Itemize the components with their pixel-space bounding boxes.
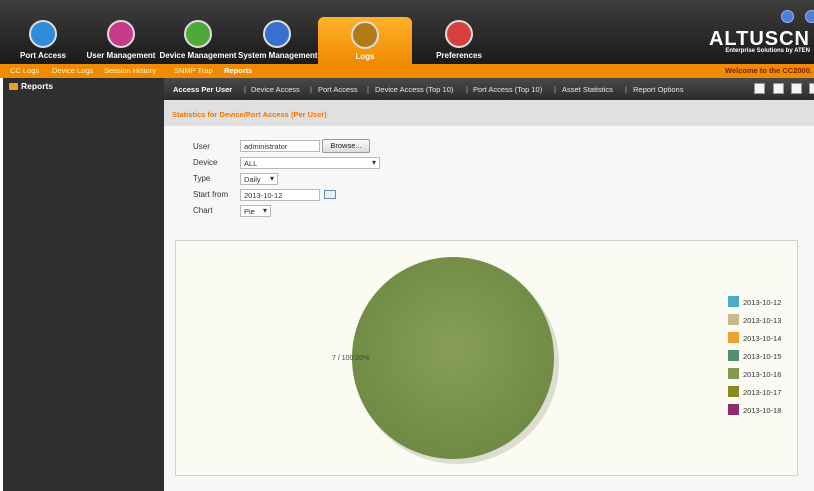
tab-port-access-top10[interactable]: Port Access (Top 10) [473, 85, 542, 94]
logs-icon [351, 21, 379, 49]
tab-device-access[interactable]: Device Access [251, 85, 300, 94]
nav-preferences[interactable]: Preferences [420, 0, 498, 64]
device-label: Device [193, 158, 218, 167]
chart-type-select-value: Pie [244, 207, 255, 216]
type-select-value: Daily [244, 175, 261, 184]
subnav-reports[interactable]: Reports [224, 66, 252, 75]
legend-item-2013-10-14: 2013-10-14 [728, 332, 781, 344]
nav-port-access-label: Port Access [20, 51, 66, 60]
save-icon[interactable] [791, 83, 802, 94]
tab-report-options[interactable]: Report Options [633, 85, 683, 94]
report-tabs: Access Per User | Device Access | Port A… [164, 78, 814, 100]
legend-swatch [728, 386, 739, 397]
legend-label: 2013-10-14 [743, 334, 782, 343]
device-select[interactable]: ALL [240, 157, 380, 169]
logs-subnav: CC Logs Device Logs Session History SNMP… [0, 64, 814, 78]
tab-separator: | [244, 85, 246, 94]
legend-swatch [728, 350, 739, 361]
chart-panel: 7 / 100.00% 2013-10-12 2013-10-13 2013-10-… [175, 240, 798, 476]
legend-label: 2013-10-17 [743, 388, 782, 397]
logout-icon[interactable] [805, 10, 814, 23]
nav-logs-label: Logs [355, 52, 375, 61]
port-access-icon [29, 20, 57, 48]
folder-icon [9, 83, 18, 90]
tab-separator: | [554, 85, 556, 94]
welcome-message: Welcome to the CC2000. [725, 66, 812, 75]
pie-slice-label: 7 / 100.00% [332, 355, 370, 362]
nav-port-access[interactable]: Port Access [12, 0, 74, 64]
chart-label: Chart [193, 206, 213, 215]
legend-swatch [728, 296, 739, 307]
legend-label: 2013-10-16 [743, 370, 782, 379]
type-label: Type [193, 174, 211, 183]
subnav-snmp-trap[interactable]: SNMP Trap [174, 66, 213, 75]
legend-item-2013-10-12: 2013-10-12 [728, 296, 781, 308]
subnav-device-logs[interactable]: Device Logs [52, 66, 93, 75]
legend-swatch [728, 314, 739, 325]
nav-preferences-label: Preferences [436, 51, 482, 60]
nav-device-management[interactable]: Device Management [158, 0, 238, 64]
subnav-session-history[interactable]: Session History [104, 66, 156, 75]
device-select-value: ALL [244, 159, 258, 168]
nav-system-management[interactable]: System Management [238, 0, 318, 64]
preferences-icon [445, 20, 473, 48]
legend-label: 2013-10-18 [743, 406, 782, 415]
export-icon[interactable] [754, 83, 765, 94]
nav-logs[interactable]: Logs [318, 17, 412, 64]
user-field[interactable]: administrator [240, 140, 320, 152]
sidebar-item-reports[interactable]: Reports [9, 81, 53, 91]
start-from-label: Start from [193, 190, 229, 199]
chart-type-select[interactable]: Pie [240, 205, 271, 217]
help-icon[interactable] [781, 10, 794, 23]
system-management-icon [263, 20, 291, 48]
tab-separator: | [466, 85, 468, 94]
legend-swatch [728, 332, 739, 343]
start-date-field[interactable]: 2013-10-12 [240, 189, 320, 201]
subnav-cc-logs[interactable]: CC Logs [10, 66, 39, 75]
legend-label: 2013-10-12 [743, 298, 782, 307]
tab-separator: | [625, 85, 627, 94]
legend-label: 2013-10-13 [743, 316, 782, 325]
nav-user-management-label: User Management [86, 51, 156, 60]
nav-user-management[interactable]: User Management [84, 0, 158, 64]
legend-item-2013-10-15: 2013-10-15 [728, 350, 781, 362]
calendar-icon[interactable] [324, 190, 336, 199]
pie-slice-2013-10-16[interactable] [352, 257, 554, 459]
page-title: Statistics for Device/Port Access (Per U… [172, 110, 327, 119]
sidebar-item-reports-label: Reports [21, 81, 54, 91]
nav-device-management-label: Device Management [159, 51, 237, 60]
legend-swatch [728, 368, 739, 379]
legend-item-2013-10-16: 2013-10-16 [728, 368, 781, 380]
tab-asset-statistics[interactable]: Asset Statistics [562, 85, 613, 94]
section-header: Statistics for Device/Port Access (Per U… [164, 100, 814, 126]
tab-port-access[interactable]: Port Access [318, 85, 358, 94]
tab-separator: | [310, 85, 312, 94]
settings-icon[interactable] [809, 83, 814, 94]
browse-button[interactable]: Browse... [322, 139, 370, 153]
tab-device-access-top10[interactable]: Device Access (Top 10) [375, 85, 453, 94]
print-icon[interactable] [773, 83, 784, 94]
legend-item-2013-10-18: 2013-10-18 [728, 404, 781, 416]
legend-item-2013-10-17: 2013-10-17 [728, 386, 781, 398]
legend-item-2013-10-13: 2013-10-13 [728, 314, 781, 326]
sidebar: Reports [3, 78, 164, 491]
type-select[interactable]: Daily [240, 173, 278, 185]
user-management-icon [107, 20, 135, 48]
nav-system-management-label: System Management [238, 51, 318, 60]
top-navigation-bar: Port Access User Management Device Manag… [0, 0, 814, 64]
tab-separator: | [367, 85, 369, 94]
legend-swatch [728, 404, 739, 415]
legend-label: 2013-10-15 [743, 352, 782, 361]
brand-tagline: Enterprise Solutions by ATEN [725, 48, 810, 54]
user-label: User [193, 142, 210, 151]
tab-access-per-user[interactable]: Access Per User [173, 85, 232, 94]
pie-chart [352, 257, 559, 464]
device-management-icon [184, 20, 212, 48]
